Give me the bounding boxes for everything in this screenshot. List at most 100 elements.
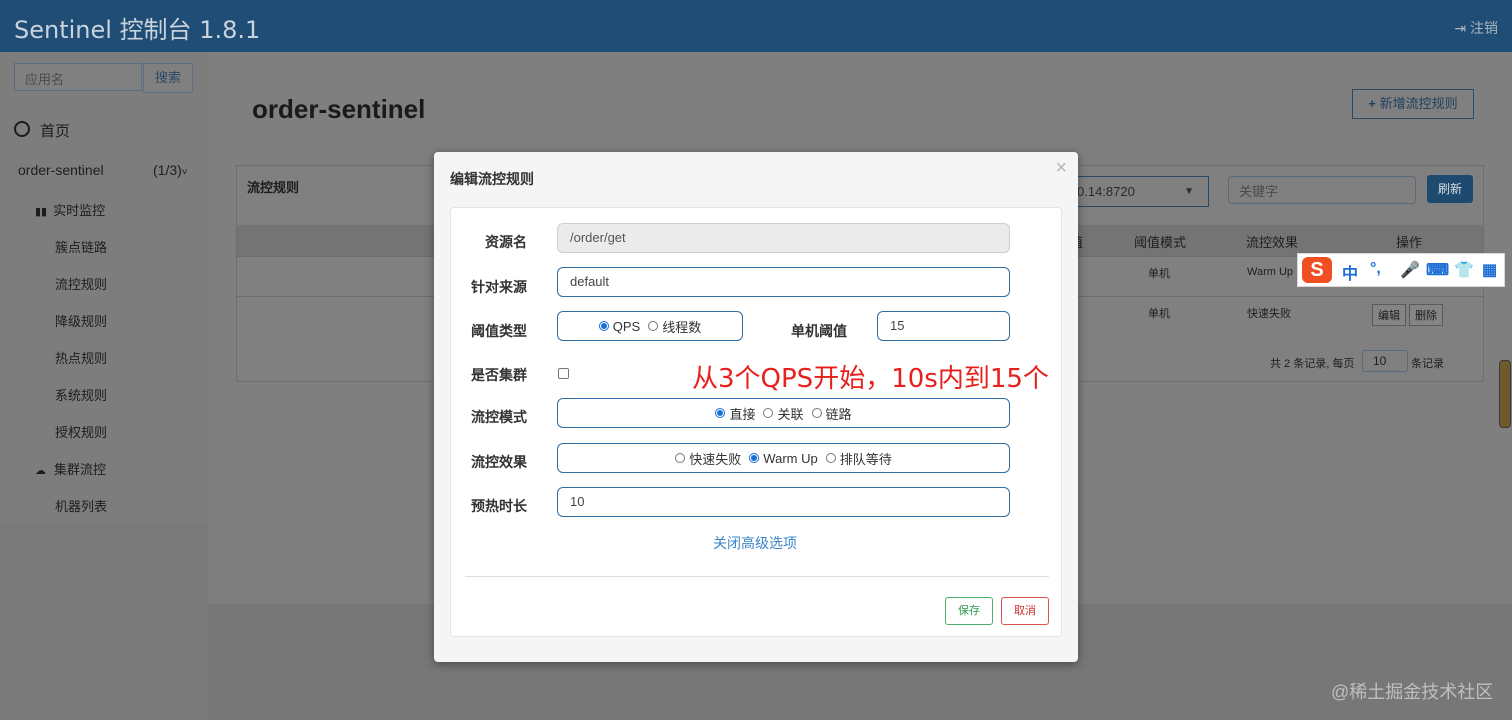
sidebar-item-degrade-rules[interactable]: 降级规则 <box>55 311 107 330</box>
close-icon[interactable]: × <box>1055 157 1067 180</box>
sidebar-item-home[interactable]: 首页 <box>14 120 70 141</box>
scrollbar-handle[interactable] <box>1499 360 1511 428</box>
keyword-search-input[interactable]: 关键字 <box>1228 176 1416 204</box>
modal-form: 资源名 /order/get 针对来源 default 阈值类型 QPS 线程数… <box>450 207 1062 637</box>
sidebar-footer-area <box>0 522 208 720</box>
radio-dot <box>763 408 774 418</box>
sidebar-item-realtime-monitor[interactable]: ▮▮ 实时监控 <box>35 200 105 219</box>
radio-dot <box>675 453 686 463</box>
flow-mode-label: 流控模式 <box>471 409 527 425</box>
chevron-down-icon: ˅ <box>181 167 188 178</box>
app-instance-count: (1/3)˅ <box>153 162 188 178</box>
table-cell-mode: 单机 <box>1148 268 1170 280</box>
sidebar-item-label: 实时监控 <box>53 203 106 218</box>
radio-label: 关联 <box>777 406 804 422</box>
sidebar-item-hotspot-rules[interactable]: 热点规则 <box>55 348 107 367</box>
radio-label: 链路 <box>825 406 852 422</box>
shirt-icon[interactable]: 👕 <box>1454 260 1474 280</box>
keyboard-icon[interactable]: ⌨ <box>1426 260 1449 280</box>
grid-icon[interactable]: ▦ <box>1482 260 1497 280</box>
dashboard-icon <box>14 121 30 137</box>
red-annotation-text: 从3个QPS开始，10s内到15个 <box>692 364 1049 394</box>
origin-label: 针对来源 <box>471 279 527 295</box>
radio-relate[interactable]: 关联 <box>763 404 804 423</box>
sidebar-item-cluster-flow[interactable]: ☁ 集群流控 <box>35 459 106 478</box>
threshold-type-label: 阈值类型 <box>471 323 527 339</box>
machine-select-value: 0.14:8720 <box>1077 184 1135 199</box>
warmup-period-label: 预热时长 <box>471 498 527 514</box>
sidebar-item-machine-list[interactable]: 机器列表 <box>55 496 107 515</box>
radio-fast-fail[interactable]: 快速失败 <box>675 449 741 468</box>
single-threshold-label: 单机阈值 <box>791 323 847 339</box>
resource-input: /order/get <box>557 223 1010 253</box>
add-flow-rule-button[interactable]: + 新增流控规则 <box>1352 89 1474 119</box>
table-header-threshold-mode: 阈值模式 <box>1134 235 1187 250</box>
radio-dot <box>598 321 609 331</box>
ime-punctuation-toggle[interactable]: °, <box>1370 260 1381 278</box>
refresh-button[interactable]: 刷新 <box>1427 175 1473 203</box>
radio-chain[interactable]: 链路 <box>811 404 852 423</box>
pager-prefix: 共 2 条记录, 每页 <box>1270 358 1355 370</box>
sidebar-item-label: 集群流控 <box>54 462 107 477</box>
single-threshold-input[interactable]: 15 <box>877 311 1010 341</box>
ime-language-toggle[interactable]: 中 <box>1342 260 1358 284</box>
microphone-icon[interactable]: 🎤 <box>1400 260 1420 280</box>
logout-link[interactable]: ⇥ 注销 <box>1454 18 1498 38</box>
cancel-button[interactable]: 取消 <box>1001 597 1049 625</box>
close-advanced-options-link[interactable]: 关闭高级选项 <box>713 533 797 553</box>
sign-out-icon: ⇥ <box>1454 20 1470 36</box>
table-cell-mode: 单机 <box>1148 308 1170 320</box>
save-button[interactable]: 保存 <box>945 597 993 625</box>
radio-thread-count[interactable]: 线程数 <box>648 317 701 336</box>
table-cell-effect: Warm Up <box>1247 266 1294 278</box>
resource-label: 资源名 <box>485 234 527 250</box>
machine-select[interactable]: 0.14:8720 ▼ <box>1062 176 1209 207</box>
edit-rule-button[interactable]: 编辑 <box>1372 304 1406 326</box>
radio-dot <box>749 453 760 463</box>
origin-input[interactable]: default <box>557 267 1010 297</box>
warmup-period-input[interactable]: 10 <box>557 487 1010 517</box>
app-name-label: order-sentinel <box>18 162 104 178</box>
flow-mode-radio-group: 直接 关联 链路 <box>557 398 1010 428</box>
flow-effect-label: 流控效果 <box>471 454 527 470</box>
sidebar-item-auth-rules[interactable]: 授权规则 <box>55 422 107 441</box>
radio-dot <box>648 321 659 331</box>
table-cell-effect: 快速失败 <box>1247 308 1291 320</box>
cluster-checkbox[interactable] <box>558 368 569 379</box>
radio-dot <box>715 408 726 418</box>
radio-direct[interactable]: 直接 <box>715 404 755 423</box>
radio-label: 直接 <box>729 406 756 422</box>
edit-flow-rule-modal: 编辑流控规则 × 资源名 /order/get 针对来源 default 阈值类… <box>434 152 1078 662</box>
radio-dot <box>825 453 836 463</box>
sidebar-item-resource-chain[interactable]: 簇点链路 <box>55 237 107 256</box>
app-search-input[interactable]: 应用名 <box>14 63 142 91</box>
sidebar: 应用名 搜索 首页 order-sentinel (1/3)˅ ▮▮ 实时监控 簇… <box>0 52 208 522</box>
radio-warm-up[interactable]: Warm Up <box>749 451 818 466</box>
add-flow-rule-label: 新增流控规则 <box>1379 96 1458 111</box>
cloud-icon: ☁ <box>35 465 46 477</box>
sidebar-item-system-rules[interactable]: 系统规则 <box>55 385 107 404</box>
radio-queue-wait[interactable]: 排队等待 <box>825 449 892 468</box>
table-header-actions: 操作 <box>1396 235 1423 250</box>
page-title: order-sentinel <box>252 94 426 124</box>
app-brand-title: Sentinel 控制台 1.8.1 <box>14 16 261 44</box>
sidebar-app-order-sentinel[interactable]: order-sentinel <box>18 162 104 178</box>
delete-rule-button[interactable]: 删除 <box>1409 304 1443 326</box>
radio-label: 线程数 <box>662 319 702 335</box>
pager-suffix: 条记录 <box>1411 358 1444 370</box>
watermark-text: @稀土掘金技术社区 <box>1331 682 1494 702</box>
radio-label: 排队等待 <box>839 451 892 467</box>
app-count-label: (1/3) <box>153 162 182 178</box>
form-divider <box>465 576 1049 577</box>
modal-title: 编辑流控规则 <box>450 171 534 187</box>
page-size-input[interactable]: 10 <box>1362 350 1408 372</box>
home-label: 首页 <box>40 123 71 140</box>
cluster-label: 是否集群 <box>471 367 527 383</box>
table-header-flow-effect: 流控效果 <box>1246 235 1299 250</box>
sidebar-item-flow-rules[interactable]: 流控规则 <box>55 274 107 293</box>
app-search-button[interactable]: 搜索 <box>143 63 193 93</box>
sogou-logo-icon[interactable]: S <box>1302 257 1332 283</box>
radio-qps[interactable]: QPS <box>598 319 640 334</box>
top-header: Sentinel 控制台 1.8.1 ⇥ 注销 <box>0 0 1512 52</box>
ime-toolbar: S 中 °, 🎤 ⌨ 👕 ▦ <box>1297 253 1505 287</box>
